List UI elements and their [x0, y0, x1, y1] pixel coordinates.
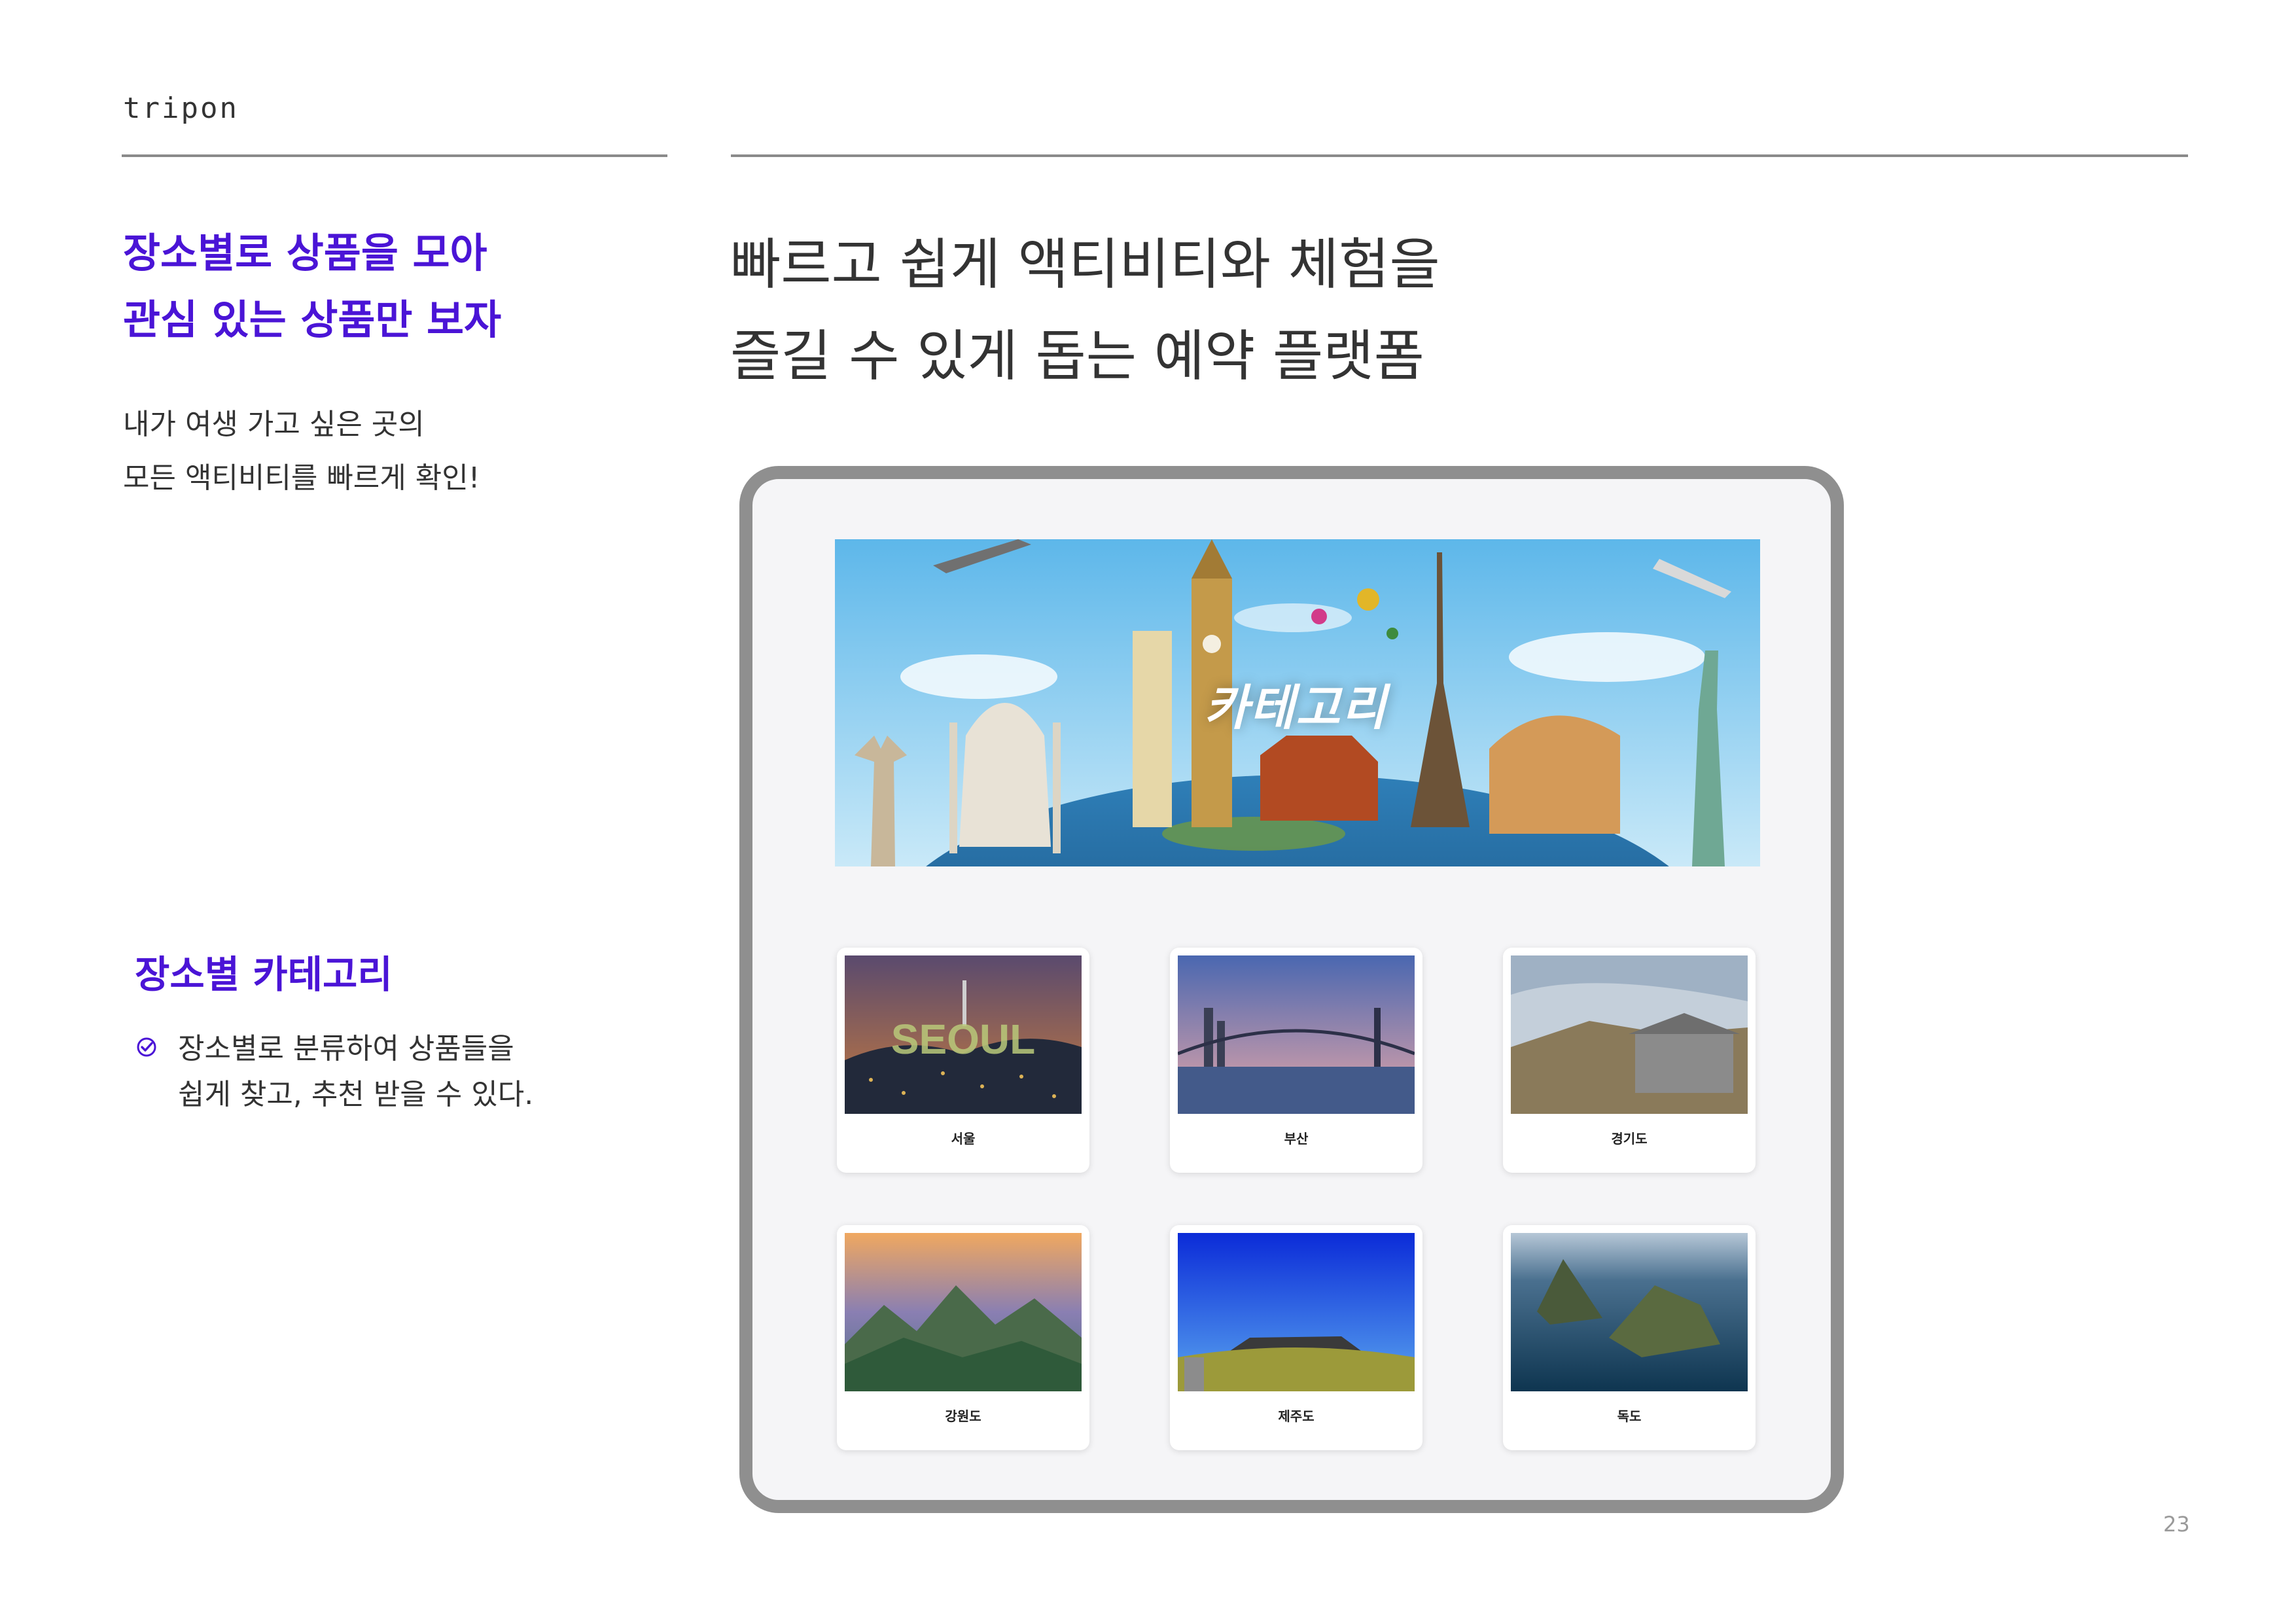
- category-card-seoul[interactable]: SEOUL 서울: [837, 948, 1089, 1173]
- jeju-thumbnail: [1178, 1233, 1415, 1391]
- category-card-gyeonggi[interactable]: 경기도: [1503, 948, 1756, 1173]
- header-divider-right: [731, 154, 2188, 157]
- brand-logo: tripon: [123, 92, 239, 125]
- category-card-busan[interactable]: 부산: [1170, 948, 1422, 1173]
- card-label: 제주도: [1278, 1408, 1315, 1424]
- category-section-desc: 장소별로 분류하여 상품들을 쉽게 찾고, 추천 받을 수 있다.: [178, 1026, 533, 1118]
- lead-sub-line1: 내가 여생 가고 싶은 곳의: [123, 408, 425, 441]
- gangwon-thumbnail: [845, 1233, 1082, 1391]
- category-card-jeju[interactable]: 제주도: [1170, 1225, 1422, 1450]
- card-label: 강원도: [945, 1408, 981, 1424]
- lead-title-line2: 관심 있는 상품만 보자: [123, 296, 502, 344]
- busan-thumbnail: [1178, 955, 1415, 1114]
- category-desc-line1: 장소별로 분류하여 상품들을: [178, 1032, 514, 1065]
- banner-title: 카테고리: [1204, 680, 1388, 736]
- seoul-thumbnail: SEOUL: [845, 955, 1082, 1114]
- card-label: 경기도: [1611, 1131, 1648, 1147]
- card-label: 독도: [1617, 1408, 1642, 1424]
- lead-sub-line2: 모든 액티비티를 빠르게 확인!: [123, 461, 480, 495]
- category-desc-line2: 쉽게 찾고, 추천 받을 수 있다.: [178, 1078, 534, 1111]
- page-number: 23: [2163, 1512, 2190, 1537]
- lead-title-line1: 장소별로 상품을 모아: [123, 229, 487, 277]
- check-circle-icon: [137, 1037, 156, 1057]
- headline-line2: 즐길 수 있게 돕는 예약 플랫폼: [730, 324, 1424, 388]
- category-card-gangwon[interactable]: 강원도: [837, 1225, 1089, 1450]
- category-card-dokdo[interactable]: 독도: [1503, 1225, 1756, 1450]
- card-label: 부산: [1284, 1131, 1309, 1147]
- lead-title: 장소별로 상품을 모아 관심 있는 상품만 보자: [123, 220, 501, 353]
- header-divider-left: [122, 154, 667, 157]
- dokdo-thumbnail: [1511, 1233, 1748, 1391]
- headline-line1: 빠르고 쉽게 액티비티와 체험을: [730, 232, 1440, 296]
- lead-subtitle: 내가 여생 가고 싶은 곳의 모든 액티비티를 빠르게 확인!: [123, 398, 480, 505]
- page-headline: 빠르고 쉽게 액티비티와 체험을 즐길 수 있게 돕는 예약 플랫폼: [730, 219, 1440, 402]
- category-section-title: 장소별 카테고리: [135, 952, 393, 997]
- card-label: 서울: [951, 1131, 976, 1147]
- seoul-sign-text: SEOUL: [891, 1016, 1035, 1063]
- gyeonggi-thumbnail: [1511, 955, 1748, 1114]
